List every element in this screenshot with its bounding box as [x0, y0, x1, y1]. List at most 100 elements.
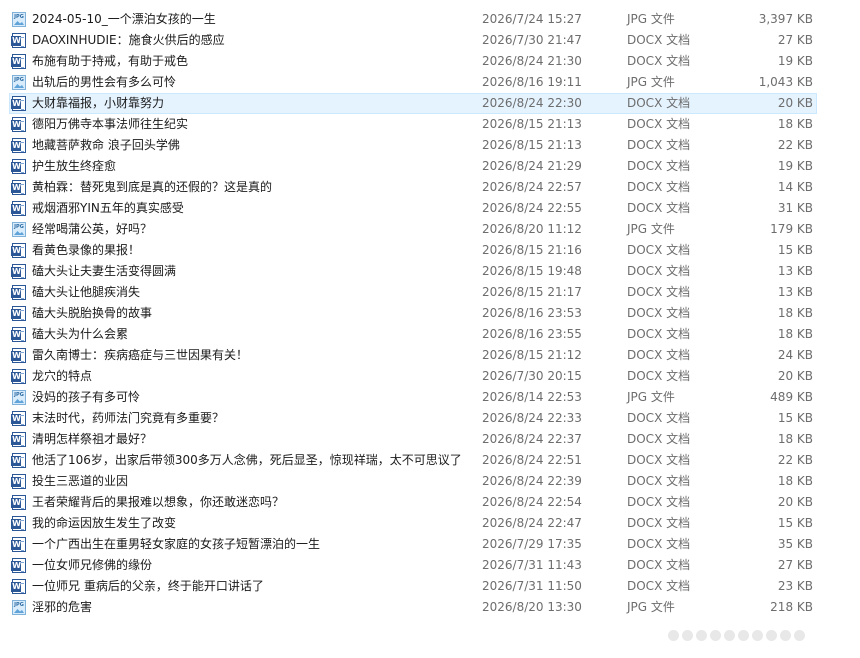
- file-name: 德阳万佛寺本事法师往生纪实: [32, 117, 189, 131]
- file-modified-date: 2026/7/31 11:43: [482, 558, 582, 572]
- file-row[interactable]: 投生三恶道的业因 2026/8/24 22:39 DOCX 文档 18 KB: [0, 471, 860, 492]
- file-name: 地藏菩萨救命 浪子回头学佛: [32, 138, 180, 152]
- word-document-icon: [11, 180, 26, 195]
- file-row[interactable]: 德阳万佛寺本事法师往生纪实 2026/8/15 21:13 DOCX 文档 18 KB: [0, 114, 860, 135]
- file-name: 龙穴的特点: [32, 369, 93, 383]
- file-name: 大财靠福报，小财靠努力: [32, 96, 165, 110]
- file-modified-date: 2026/8/15 21:13: [482, 117, 582, 131]
- file-size: 23 KB: [777, 579, 813, 593]
- file-type: JPG 文件: [627, 600, 675, 614]
- file-row[interactable]: 布施有助于持戒，有助于戒色 2026/8/24 21:30 DOCX 文档 19 KB: [0, 51, 860, 72]
- file-name: 磕大头为什么会累: [32, 327, 129, 341]
- file-type: DOCX 文档: [627, 327, 691, 341]
- file-name: 布施有助于持戒，有助于戒色: [32, 54, 189, 68]
- file-modified-date: 2026/7/24 15:27: [482, 12, 582, 26]
- file-row[interactable]: 出轨后的男性会有多么可怜 2026/8/16 19:11 JPG 文件 1,043 K…: [0, 72, 860, 93]
- file-row[interactable]: 磕大头脱胎换骨的故事 2026/8/16 23:53 DOCX 文档 18 KB: [0, 303, 860, 324]
- file-type: DOCX 文档: [627, 348, 691, 362]
- word-document-icon: [11, 327, 26, 342]
- file-row[interactable]: 一位女师兄修佛的缘份 2026/7/31 11:43 DOCX 文档 27 KB: [0, 555, 860, 576]
- file-modified-date: 2026/8/16 23:53: [482, 306, 582, 320]
- file-size: 3,397 KB: [758, 12, 813, 26]
- file-type: DOCX 文档: [627, 96, 691, 110]
- word-document-icon: [11, 411, 26, 426]
- file-modified-date: 2026/8/24 22:47: [482, 516, 582, 530]
- file-type: DOCX 文档: [627, 474, 691, 488]
- word-document-icon: [11, 54, 26, 69]
- watermark: [668, 628, 848, 644]
- file-name: 一位师兄 重病后的父亲，终于能开口讲话了: [32, 579, 264, 593]
- word-document-icon: [11, 138, 26, 153]
- file-size: 18 KB: [777, 474, 813, 488]
- file-row[interactable]: 没妈的孩子有多可怜 2026/8/14 22:53 JPG 文件 489 KB: [0, 387, 860, 408]
- file-name: 2024-05-10_一个漂泊女孩的一生: [32, 12, 216, 26]
- file-name: 磕大头让夫妻生活变得圆满: [32, 264, 177, 278]
- file-modified-date: 2026/8/16 19:11: [482, 75, 582, 89]
- file-size: 19 KB: [777, 159, 813, 173]
- file-row[interactable]: 末法时代，药师法门究竟有多重要？ 2026/8/24 22:33 DOCX 文档 15…: [0, 408, 860, 429]
- word-document-icon: [11, 474, 26, 489]
- jpg-file-icon: [12, 600, 26, 615]
- file-type: JPG 文件: [627, 12, 675, 26]
- file-row[interactable]: DAOXINHUDIE：施食火供后的感应 2026/7/30 21:47 DOCX …: [0, 30, 860, 51]
- file-row[interactable]: 2024-05-10_一个漂泊女孩的一生 2026/7/24 15:27 JPG 文…: [0, 9, 860, 30]
- word-document-icon: [11, 495, 26, 510]
- file-size: 489 KB: [770, 390, 813, 404]
- word-document-icon: [11, 33, 26, 48]
- file-row[interactable]: 磕大头让他腿疾消失 2026/8/15 21:17 DOCX 文档 13 KB: [0, 282, 860, 303]
- file-row[interactable]: 磕大头让夫妻生活变得圆满 2026/8/15 19:48 DOCX 文档 13 KB: [0, 261, 860, 282]
- file-type: DOCX 文档: [627, 285, 691, 299]
- file-type: DOCX 文档: [627, 33, 691, 47]
- file-row[interactable]: 淫邪的危害 2026/8/20 13:30 JPG 文件 218 KB: [0, 597, 860, 618]
- file-size: 1,043 KB: [758, 75, 813, 89]
- file-row[interactable]: 一位师兄 重病后的父亲，终于能开口讲话了 2026/7/31 11:50 DOCX …: [0, 576, 860, 597]
- file-size: 19 KB: [777, 54, 813, 68]
- file-size: 18 KB: [777, 327, 813, 341]
- file-row[interactable]: 经常喝蒲公英，好吗？ 2026/8/20 11:12 JPG 文件 179 KB: [0, 219, 860, 240]
- file-name: 雷久南博士：疾病癌症与三世因果有关！: [32, 348, 249, 362]
- file-type: DOCX 文档: [627, 516, 691, 530]
- file-type: DOCX 文档: [627, 117, 691, 131]
- file-modified-date: 2026/8/24 21:29: [482, 159, 582, 173]
- word-document-icon: [11, 159, 26, 174]
- file-type: DOCX 文档: [627, 306, 691, 320]
- file-modified-date: 2026/8/14 22:53: [482, 390, 582, 404]
- file-row[interactable]: 他活了106岁，出家后带领300多万人念佛，死后显圣，惊现祥瑞，太不可思议了 20…: [0, 450, 860, 471]
- file-row[interactable]: 看黄色录像的果报！ 2026/8/15 21:16 DOCX 文档 15 KB: [0, 240, 860, 261]
- file-row[interactable]: 黄柏霖：替死鬼到底是真的还假的？这是真的 2026/8/24 22:57 DOCX …: [0, 177, 860, 198]
- file-row[interactable]: 地藏菩萨救命 浪子回头学佛 2026/8/15 21:13 DOCX 文档 22 KB: [0, 135, 860, 156]
- file-modified-date: 2026/7/30 21:47: [482, 33, 582, 47]
- file-modified-date: 2026/8/24 21:30: [482, 54, 582, 68]
- file-row[interactable]: 戒烟酒邪YIN五年的真实感受 2026/8/24 22:55 DOCX 文档 31 K…: [0, 198, 860, 219]
- file-name: 黄柏霖：替死鬼到底是真的还假的？这是真的: [32, 180, 273, 194]
- file-size: 35 KB: [777, 537, 813, 551]
- file-name: 没妈的孩子有多可怜: [32, 390, 141, 404]
- file-type: DOCX 文档: [627, 432, 691, 446]
- word-document-icon: [11, 348, 26, 363]
- file-row[interactable]: 一个广西出生在重男轻女家庭的女孩子短暂漂泊的一生 2026/7/29 17:35 D…: [0, 534, 860, 555]
- file-size: 18 KB: [777, 306, 813, 320]
- file-row[interactable]: 雷久南博士：疾病癌症与三世因果有关！ 2026/8/15 21:12 DOCX 文档…: [0, 345, 860, 366]
- word-document-icon: [11, 264, 26, 279]
- file-row[interactable]: 护生放生终痊愈 2026/8/24 21:29 DOCX 文档 19 KB: [0, 156, 860, 177]
- file-row[interactable]: 我的命运因放生发生了改变 2026/8/24 22:47 DOCX 文档 15 KB: [0, 513, 860, 534]
- file-row[interactable]: 大财靠福报，小财靠努力 2026/8/24 22:30 DOCX 文档 20 KB: [0, 93, 860, 114]
- file-name: 经常喝蒲公英，好吗？: [32, 222, 153, 236]
- file-type: DOCX 文档: [627, 264, 691, 278]
- word-document-icon: [11, 306, 26, 321]
- file-modified-date: 2026/8/24 22:51: [482, 453, 582, 467]
- file-name: 磕大头让他腿疾消失: [32, 285, 141, 299]
- file-row[interactable]: 磕大头为什么会累 2026/8/16 23:55 DOCX 文档 18 KB: [0, 324, 860, 345]
- file-row[interactable]: 清明怎样祭祖才最好？ 2026/8/24 22:37 DOCX 文档 18 KB: [0, 429, 860, 450]
- file-size: 20 KB: [777, 96, 813, 110]
- file-type: DOCX 文档: [627, 369, 691, 383]
- word-document-icon: [11, 432, 26, 447]
- file-size: 18 KB: [777, 117, 813, 131]
- file-modified-date: 2026/8/24 22:33: [482, 411, 582, 425]
- file-size: 15 KB: [777, 516, 813, 530]
- file-row[interactable]: 王者荣耀背后的果报难以想象，你还敢迷恋吗？ 2026/8/24 22:54 DOCX…: [0, 492, 860, 513]
- file-row[interactable]: 龙穴的特点 2026/7/30 20:15 DOCX 文档 20 KB: [0, 366, 860, 387]
- word-document-icon: [11, 369, 26, 384]
- file-type: DOCX 文档: [627, 159, 691, 173]
- file-modified-date: 2026/8/15 21:17: [482, 285, 582, 299]
